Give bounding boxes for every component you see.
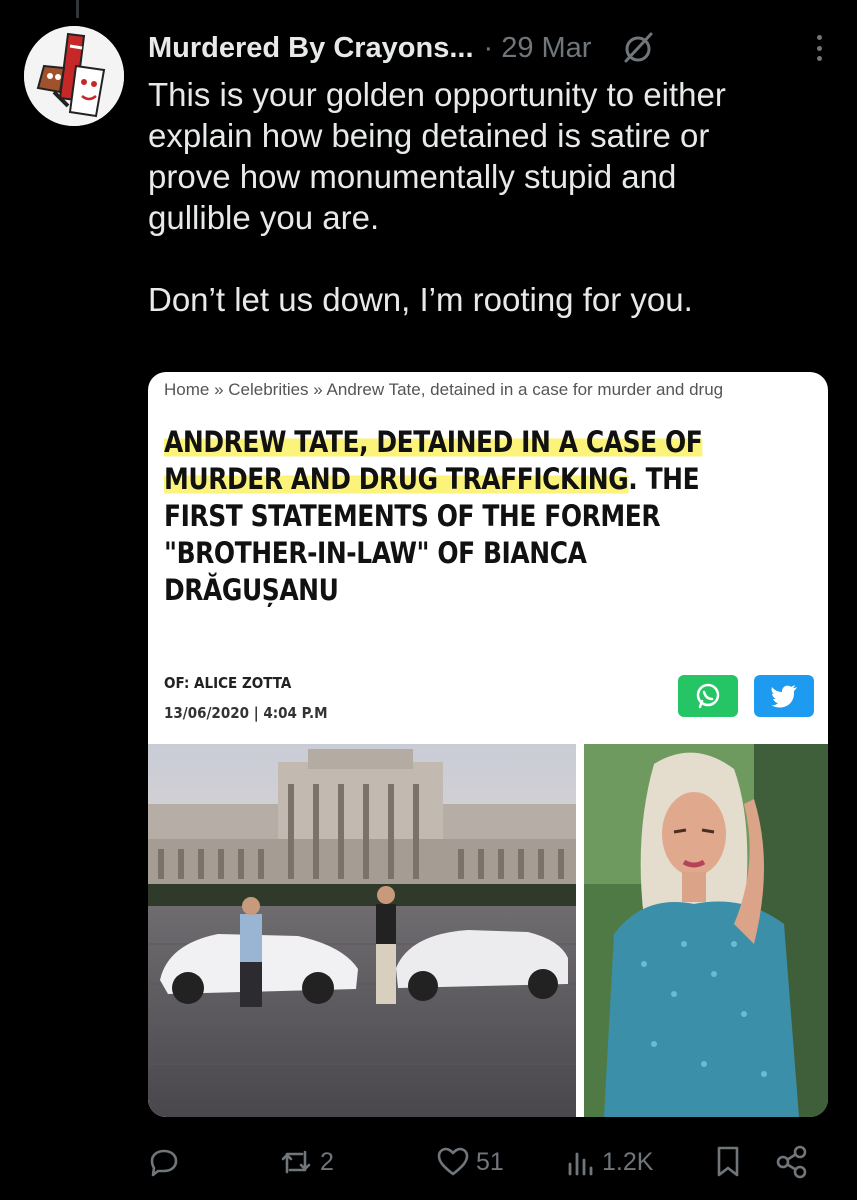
whatsapp-share-icon (678, 675, 738, 717)
headline-text-3: "BROTHER-IN-LAW" OF BIANCA (164, 536, 587, 570)
view-count: 1.2K (602, 1147, 654, 1176)
heart-icon (436, 1146, 470, 1178)
tweet-text-followup: Don’t let us down, I’m rooting for you. (148, 281, 693, 318)
reply-button[interactable] (148, 1140, 180, 1184)
more-options-icon[interactable] (811, 31, 827, 65)
portrait-photo (584, 744, 828, 1117)
bookmark-button[interactable] (714, 1140, 742, 1184)
headline-text-2: FIRST STATEMENTS OF THE FORMER (164, 499, 661, 533)
retweet-button[interactable]: 2 (278, 1140, 334, 1184)
views-button[interactable]: 1.2K (566, 1140, 653, 1184)
tweet-header: Murdered By Crayons... · 29 Mar (148, 26, 827, 70)
tweet-date[interactable]: 29 Mar (501, 32, 591, 65)
author-avatar[interactable] (24, 26, 124, 126)
twitter-share-icon (754, 675, 814, 717)
like-button[interactable]: 51 (436, 1140, 504, 1184)
tweet-media-image[interactable]: Home » Celebrities » Andrew Tate, detain… (148, 372, 828, 1117)
tweet-text-line-4: gullible you are. (148, 199, 380, 236)
author-name[interactable]: Murdered By Crayons... (148, 32, 474, 65)
tweet-text-line-3: prove how monumentally stupid and (148, 158, 677, 195)
article-dateline: 13/06/2020 | 4:04 P.M (164, 704, 328, 722)
views-icon (566, 1146, 596, 1178)
tweet-text: This is your golden opportunity to eithe… (148, 74, 828, 320)
headline-highlight-2: MURDER AND DRUG TRAFFICKING (164, 462, 629, 496)
headline-text-4: DRĂGUȘANU (164, 573, 339, 607)
headline-highlight-1: ANDREW TATE, DETAINED IN A CASE OF (164, 425, 703, 459)
tweet-text-line-1: This is your golden opportunity to eithe… (148, 76, 726, 113)
article-byline: OF: ALICE ZOTTA (164, 674, 292, 692)
share-button[interactable] (774, 1140, 808, 1184)
reply-icon (148, 1146, 180, 1178)
article-headline: ANDREW TATE, DETAINED IN A CASE OF MURDE… (164, 424, 805, 609)
palace-cars-photo (148, 744, 576, 1117)
tweet-text-line-2: explain how being detained is satire or (148, 117, 710, 154)
share-icon (774, 1145, 808, 1179)
article-breadcrumb: Home » Celebrities » Andrew Tate, detain… (164, 380, 724, 399)
meta-separator: · (483, 31, 494, 64)
tweet-actions-bar: 2 51 1.2K (148, 1140, 828, 1184)
grok-icon[interactable] (621, 31, 655, 65)
bookmark-icon (714, 1145, 742, 1179)
headline-text-1: . THE (628, 462, 700, 496)
retweet-count: 2 (320, 1147, 334, 1176)
like-count: 51 (476, 1147, 504, 1176)
retweet-icon (278, 1146, 314, 1178)
thread-connector-line (76, 0, 79, 18)
